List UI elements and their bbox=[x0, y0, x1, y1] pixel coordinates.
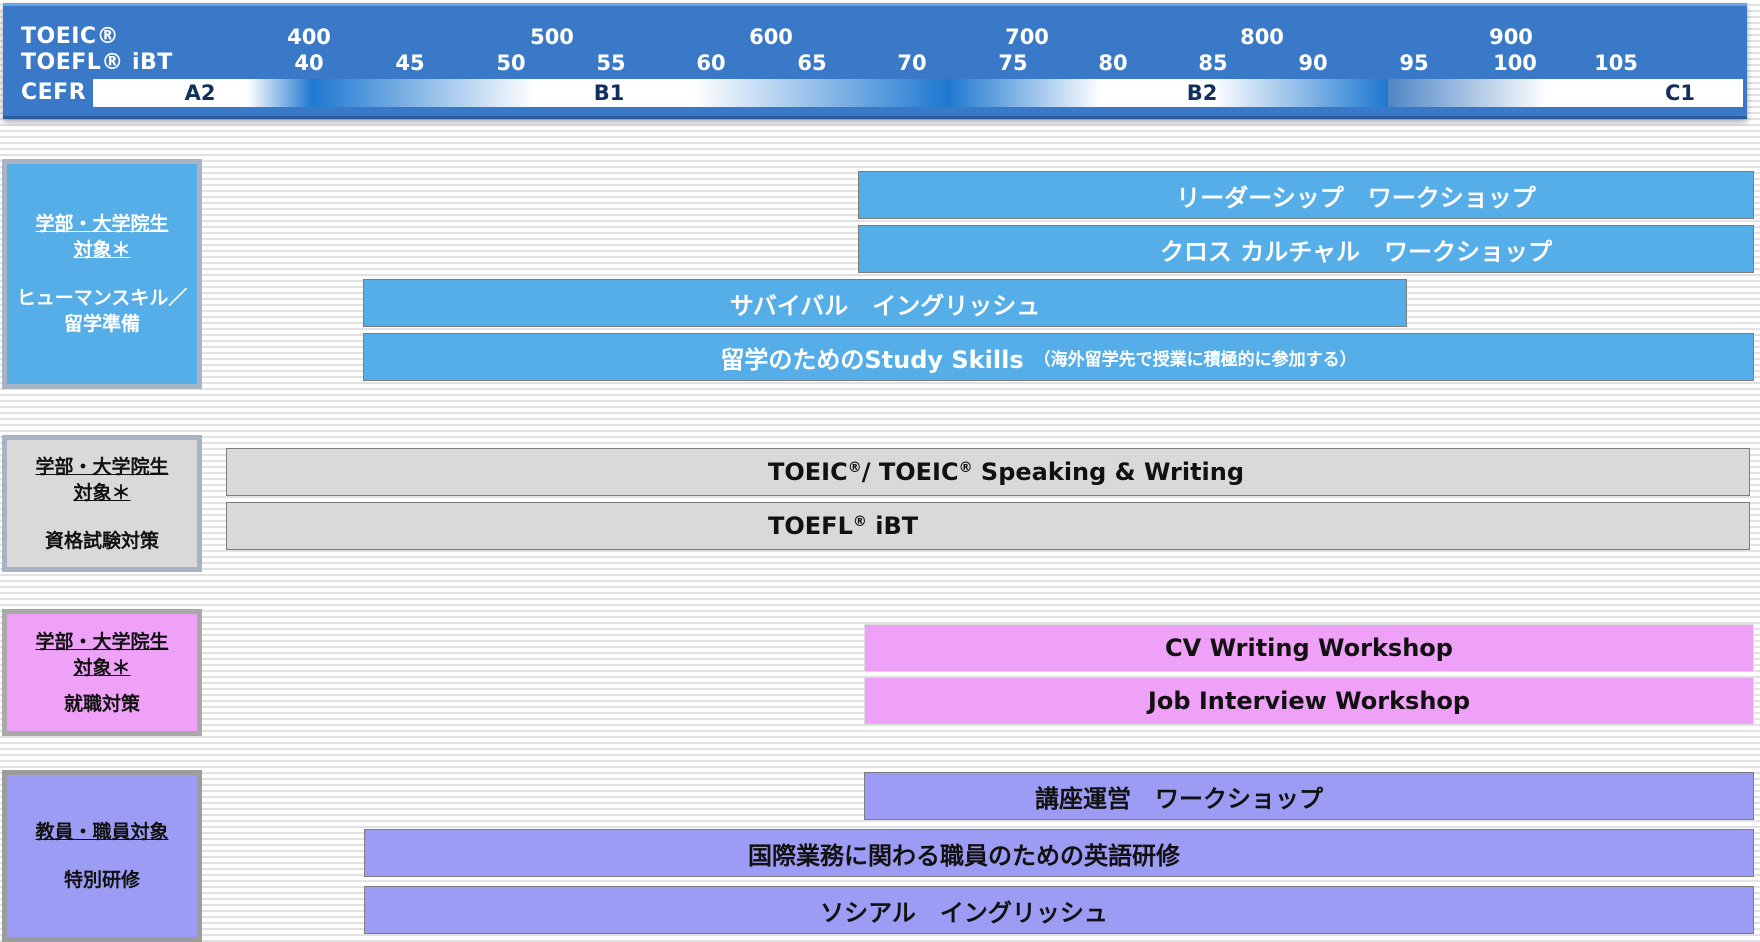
program-course-management-workshop: 講座運営 ワークショップ bbox=[864, 772, 1754, 820]
category-audience: 対象＊ bbox=[73, 239, 131, 261]
program-survival-english: サバイバル イングリッシュ bbox=[363, 279, 1407, 327]
toeic-tick: 900 bbox=[1489, 25, 1533, 49]
cefr-level-c1: C1 bbox=[1664, 81, 1696, 105]
cefr-band-b1 bbox=[313, 79, 948, 107]
program-toefl-ibt: TOEFL® iBT bbox=[226, 502, 1750, 550]
toeic-tick: 500 bbox=[530, 25, 574, 49]
program-study-skills-title: 留学のためのStudy Skills bbox=[720, 345, 1024, 374]
category-topic: 留学準備 bbox=[63, 313, 140, 335]
toefl-tick: 40 bbox=[294, 51, 324, 75]
program-cross-cultural-workshop: クロス カルチャル ワークショップ bbox=[858, 225, 1754, 273]
program-study-skills-note: （海外留学先で授業に積極的に参加する） bbox=[1033, 349, 1357, 370]
category-topic: 資格試験対策 bbox=[44, 529, 159, 552]
toefl-tick: 70 bbox=[897, 51, 927, 75]
program-toeic-speaking-writing: TOEIC®/ TOEIC® Speaking & Writing bbox=[226, 448, 1750, 496]
program-cv-writing-workshop: CV Writing Workshop bbox=[864, 624, 1754, 672]
cefr-level-b2: B2 bbox=[1186, 81, 1218, 105]
cefr-level-bar: A2 B1 B2 C1 bbox=[93, 79, 1743, 107]
toefl-tick: 95 bbox=[1399, 51, 1429, 75]
cefr-band-b2 bbox=[948, 79, 1388, 107]
category-topic: 就職対策 bbox=[63, 692, 140, 715]
program-job-interview-workshop: Job Interview Workshop bbox=[864, 677, 1754, 725]
toefl-tick: 50 bbox=[496, 51, 526, 75]
program-study-skills: 留学のためのStudy Skills （海外留学先で授業に積極的に参加する） bbox=[363, 333, 1754, 381]
category-audience: 学部・大学院生 bbox=[35, 455, 169, 478]
toefl-tick: 80 bbox=[1098, 51, 1128, 75]
category-audience: 対象＊ bbox=[73, 481, 131, 504]
toefl-scale-label: TOEFL® iBT bbox=[21, 50, 173, 75]
category-job-hunting: 学部・大学院生 対象＊ 就職対策 bbox=[2, 609, 202, 736]
program-leadership-workshop: リーダーシップ ワークショップ bbox=[858, 171, 1754, 219]
cefr-level-b1: B1 bbox=[593, 81, 625, 105]
program-toeic-sw-text: TOEIC®/ TOEIC® Speaking & Writing bbox=[768, 458, 1245, 486]
cefr-level-a2: A2 bbox=[184, 81, 216, 105]
category-audience: 学部・大学院生 bbox=[35, 213, 169, 235]
category-audience: 学部・大学院生 bbox=[35, 630, 169, 653]
category-faculty-staff: 教員・職員対象 特別研修 bbox=[2, 770, 202, 942]
category-exam-prep: 学部・大学院生 対象＊ 資格試験対策 bbox=[2, 435, 202, 572]
category-human-skills: 学部・大学院生 対象＊ ヒューマンスキル／ 留学準備 bbox=[2, 159, 202, 389]
category-audience: 教員・職員対象 bbox=[35, 821, 169, 843]
program-social-english: ソシアル イングリッシュ bbox=[364, 886, 1754, 934]
toefl-tick: 75 bbox=[998, 51, 1028, 75]
cefr-scale-label: CEFR bbox=[21, 80, 87, 105]
toefl-tick: 55 bbox=[596, 51, 626, 75]
program-toefl-text: TOEFL® iBT bbox=[768, 512, 919, 540]
score-scale-header: TOEIC® 400 500 600 700 800 900 TOEFL® iB… bbox=[3, 3, 1747, 119]
toefl-tick: 45 bbox=[395, 51, 425, 75]
toeic-tick: 800 bbox=[1240, 25, 1284, 49]
toeic-scale-label: TOEIC® bbox=[21, 24, 120, 49]
toeic-tick: 600 bbox=[749, 25, 793, 49]
toeic-tick: 700 bbox=[1005, 25, 1049, 49]
toefl-tick: 100 bbox=[1493, 51, 1537, 75]
category-audience: 対象＊ bbox=[73, 656, 131, 679]
category-topic: 特別研修 bbox=[63, 869, 140, 891]
toefl-tick: 90 bbox=[1298, 51, 1328, 75]
toefl-tick: 60 bbox=[696, 51, 726, 75]
toefl-tick: 85 bbox=[1198, 51, 1228, 75]
category-topic: ヒューマンスキル／ bbox=[16, 287, 188, 309]
toeic-tick: 400 bbox=[287, 25, 331, 49]
toefl-tick: 65 bbox=[797, 51, 827, 75]
toefl-tick: 105 bbox=[1594, 51, 1638, 75]
program-international-staff-english: 国際業務に関わる職員のための英語研修 bbox=[364, 829, 1754, 877]
